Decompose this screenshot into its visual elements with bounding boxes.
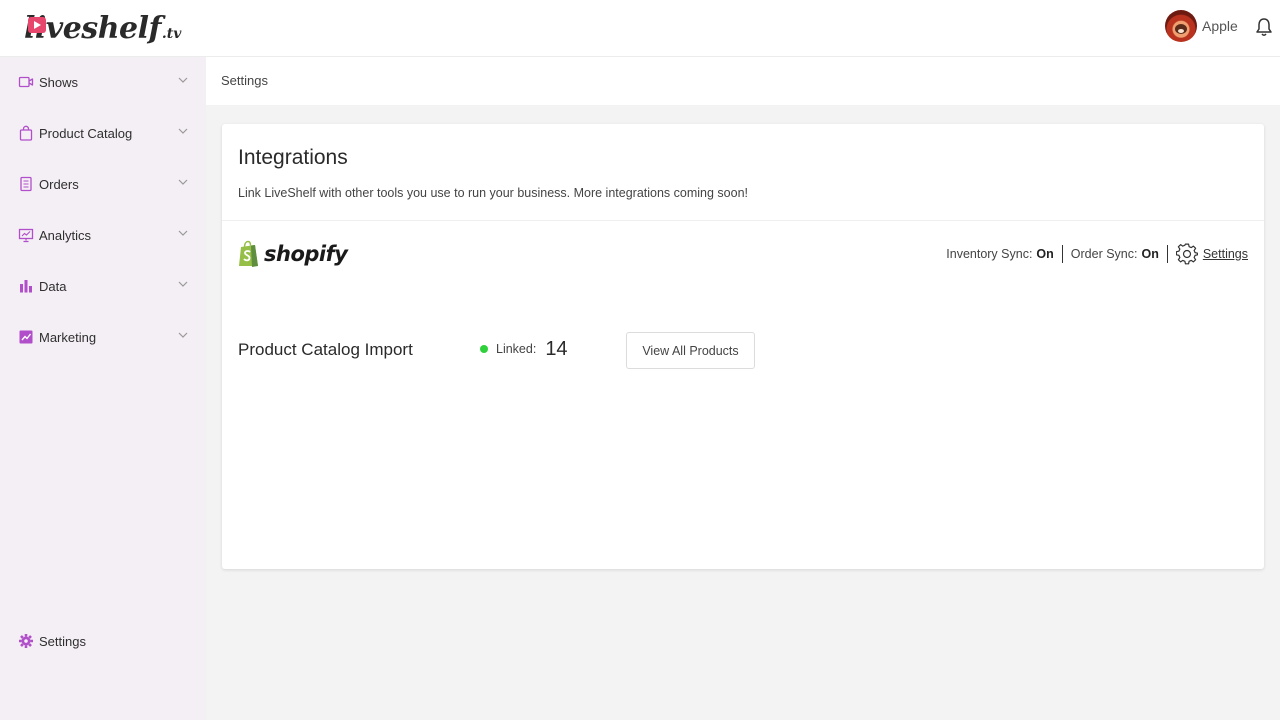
integrations-description: Link LiveShelf with other tools you use … xyxy=(238,186,748,200)
chevron-down-icon[interactable] xyxy=(178,75,188,85)
integrations-card: Integrations Link LiveShelf with other t… xyxy=(222,124,1264,569)
sidebar-item-data[interactable]: Data xyxy=(0,266,206,306)
sidebar-item-label: Analytics xyxy=(39,227,92,243)
sidebar-item-product-catalog[interactable]: Product Catalog xyxy=(0,113,206,153)
breadcrumb-bar: Settings xyxy=(206,57,1280,105)
product-catalog-import-title: Product Catalog Import xyxy=(238,340,413,359)
shopify-sync-status: Inventory Sync: On Order Sync: On Settin… xyxy=(946,242,1248,266)
divider xyxy=(222,220,1264,221)
video-camera-icon xyxy=(18,76,34,88)
page-title: Integrations xyxy=(238,146,348,169)
gear-icon xyxy=(19,634,33,648)
logo-play-icon xyxy=(28,17,46,33)
linked-status: Linked: 14 xyxy=(480,337,568,361)
view-all-products-button[interactable]: View All Products xyxy=(626,332,755,369)
bar-chart-icon xyxy=(20,280,32,293)
top-bar: liveshelf .tv Apple xyxy=(0,0,1280,57)
shopping-bag-icon xyxy=(19,125,33,141)
breadcrumb: Settings xyxy=(221,73,268,88)
logo-suffix: .tv xyxy=(161,26,182,42)
chevron-down-icon[interactable] xyxy=(178,126,188,136)
liveshelf-logo[interactable]: liveshelf .tv xyxy=(24,10,181,48)
user-menu[interactable]: Apple xyxy=(1165,10,1238,42)
sidebar-item-analytics[interactable]: Analytics xyxy=(0,215,206,255)
chevron-down-icon[interactable] xyxy=(178,330,188,340)
linked-count: 14 xyxy=(545,337,568,360)
inventory-sync-value: On xyxy=(1036,247,1054,261)
sidebar-item-marketing[interactable]: Marketing xyxy=(0,317,206,357)
status-dot-icon xyxy=(480,345,488,353)
sidebar-item-label: Marketing xyxy=(39,329,97,345)
chevron-down-icon[interactable] xyxy=(178,279,188,289)
shopify-bag-icon xyxy=(239,240,258,267)
document-icon xyxy=(20,176,32,192)
bell-icon[interactable] xyxy=(1255,17,1273,37)
presentation-chart-icon xyxy=(18,228,34,243)
sidebar: Shows Product Catalog Orders Analytics D… xyxy=(0,57,206,720)
sidebar-item-label: Settings xyxy=(39,633,86,649)
inventory-sync-label: Inventory Sync: xyxy=(946,247,1033,261)
chevron-down-icon[interactable] xyxy=(178,177,188,187)
shopify-wordmark: shopify xyxy=(264,242,348,266)
sidebar-item-label: Orders xyxy=(39,176,79,192)
order-sync-label: Order Sync: xyxy=(1070,247,1138,261)
separator xyxy=(1166,245,1168,263)
main-content: Settings Integrations Link LiveShelf wit… xyxy=(206,57,1280,720)
linked-label: Linked: xyxy=(496,342,537,356)
chevron-down-icon[interactable] xyxy=(178,228,188,238)
trend-chart-icon xyxy=(19,330,33,344)
sidebar-item-settings[interactable]: Settings xyxy=(0,621,206,661)
sidebar-item-orders[interactable]: Orders xyxy=(0,164,206,204)
avatar[interactable] xyxy=(1165,10,1197,42)
sidebar-item-shows[interactable]: Shows xyxy=(0,62,206,102)
shopify-settings-link[interactable]: Settings xyxy=(1203,247,1248,261)
shopify-logo: shopify xyxy=(238,238,348,270)
user-name[interactable]: Apple xyxy=(1202,18,1238,34)
sidebar-item-label: Data xyxy=(39,278,67,294)
sidebar-item-label: Shows xyxy=(39,74,79,90)
sidebar-item-label: Product Catalog xyxy=(39,125,133,141)
gear-icon[interactable] xyxy=(1175,243,1198,265)
order-sync-value: On xyxy=(1141,247,1159,261)
separator xyxy=(1061,245,1063,263)
